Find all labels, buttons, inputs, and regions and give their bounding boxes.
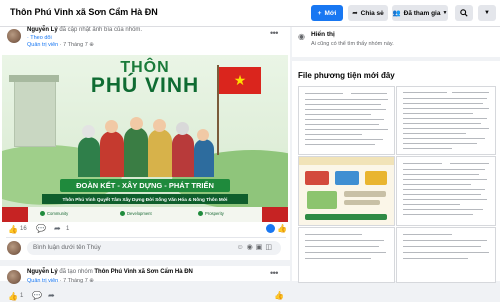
group-title[interactable]: Thôn Phú Vinh xã Sơn Cẩm Hà ĐN [10,7,158,17]
share-icon[interactable]: ➦ [54,224,61,233]
globe-icon: ⊕ [89,42,94,48]
role-badge[interactable]: Quản trị viên [27,42,58,48]
decor-red-block [262,207,288,222]
avatar[interactable] [7,270,21,284]
share-icon[interactable]: ➦ [48,291,55,300]
commenter-avatar[interactable] [7,241,21,255]
share-count[interactable]: 1 [66,226,69,232]
banner-title-main: PHÚ VINH [90,74,200,97]
post-meta: Quản trị viên · 7 Tháng 7 ⊕ [27,278,94,284]
plus-icon: + [317,9,322,17]
post-action: đã tạo nhóm [59,269,93,275]
like-badge-icon: 👍 [277,224,287,233]
role-badge[interactable]: Quản trị viên [27,278,58,284]
group-link[interactable]: Thôn Phú Vinh xã Sơn Cẩm Hà ĐN [94,269,193,275]
banner-tag: Development [120,211,152,217]
media-thumbnail[interactable] [298,86,395,155]
post-actions: 👍 16 💬 ➦ 1 👍 [8,224,288,235]
banner-tag: Prosperity [198,211,224,217]
joined-button[interactable]: 👥 Đã tham gia ▼ [392,5,448,21]
comment-tools-icons[interactable]: ☺◉▣◫ [237,243,275,251]
follow-row: · Theo dõi [27,35,52,41]
like-count[interactable]: 16 [20,226,27,232]
media-thumbnail[interactable] [396,156,496,226]
post-options-icon[interactable]: ••• [270,28,278,38]
search-icon [460,9,468,17]
post-header: Nguyễn Lý đã cập nhật ảnh bìa của nhóm. [27,27,142,33]
like-badge-icon: 👍 [274,291,284,300]
search-button[interactable] [455,5,473,21]
avatar[interactable] [7,29,21,43]
visibility-title: Hiển thị [311,31,335,38]
comment-placeholder: Bình luận dưới tên Thúy [33,244,101,251]
post-meta: Quản trị viên · 7 Tháng 7 ⊕ [27,42,94,48]
share-icon: ➦ [352,10,358,17]
author-name[interactable]: Nguyễn Lý [27,27,58,33]
banner-tag: Community [40,211,68,217]
reaction-avatar[interactable] [266,224,275,233]
author-name[interactable]: Nguyễn Lý [27,269,58,275]
media-thumbnail[interactable] [396,227,496,283]
new-button-label: Mới [324,9,337,17]
media-thumbnail[interactable] [396,86,496,155]
comment-icon[interactable]: 💬 [32,291,42,300]
group-header: Thôn Phú Vinh xã Sơn Cẩm Hà ĐN + Mới ➦ C… [0,0,500,27]
share-button-label: Chia sẻ [360,9,384,17]
visibility-description: Ai cũng có thể tìm thấy nhóm này. [311,41,394,47]
cover-photo[interactable]: ★ THÔN PHÚ VINH ĐOÀN KẾT - XÂY DỰNG - PH… [2,55,288,222]
divider [6,237,286,238]
banner-footer: Community Development Prosperity [2,207,288,222]
like-icon[interactable]: 👍 [8,225,18,234]
post-options-icon[interactable]: ••• [270,268,278,278]
chevron-down-icon: ▼ [484,10,490,16]
media-thumbnail[interactable] [298,227,395,283]
comment-icon[interactable]: 💬 [36,224,46,233]
recent-media-panel: File phương tiện mới đây [292,61,500,283]
joined-button-label: Đã tham gia [403,9,441,17]
post2-actions: 👍 1 💬 ➦ 👍 [8,291,288,302]
post-action: đã cập nhật ảnh bìa của nhóm. [59,27,143,33]
new-button[interactable]: + Mới [311,5,343,21]
like-count[interactable]: 1 [20,293,23,299]
post-header: Nguyễn Lý đã tạo nhóm Thôn Phú Vinh xã S… [27,269,193,275]
chevron-down-icon: ▼ [442,10,448,16]
globe-icon: ⊕ [89,278,94,284]
feed: Nguyễn Lý đã cập nhật ảnh bìa của nhóm. … [0,27,290,301]
members-icon: 👥 [392,10,401,17]
post-time[interactable]: 7 Tháng 7 [63,278,88,284]
visibility-panel: ◉ Hiển thị Ai cũng có thể tìm thấy nhóm … [292,27,500,57]
eye-icon: ◉ [298,32,305,41]
recent-media-title: File phương tiện mới đây [298,71,395,80]
banner-slogan: ĐOÀN KẾT - XÂY DỰNG - PHÁT TRIỂN [60,179,230,192]
post-separator [0,260,290,266]
people-illustration [74,117,216,177]
comment-input[interactable]: Bình luận dưới tên Thúy ☺◉▣◫ [27,241,281,255]
post-time[interactable]: 7 Tháng 7 [63,42,88,48]
media-thumbnail[interactable] [298,156,395,226]
sidebar: ◉ Hiển thị Ai cũng có thể tìm thấy nhóm … [292,27,500,283]
follow-link[interactable]: Theo dõi [30,35,51,41]
banner-subtitle: Thôn Phú Vinh Quyết Tâm Xây Dựng Đời Sốn… [42,194,248,204]
like-icon[interactable]: 👍 [8,292,18,301]
share-button[interactable]: ➦ Chia sẻ [348,5,388,21]
decor-red-block [2,207,28,222]
more-options-button[interactable]: ▼ [478,5,496,21]
